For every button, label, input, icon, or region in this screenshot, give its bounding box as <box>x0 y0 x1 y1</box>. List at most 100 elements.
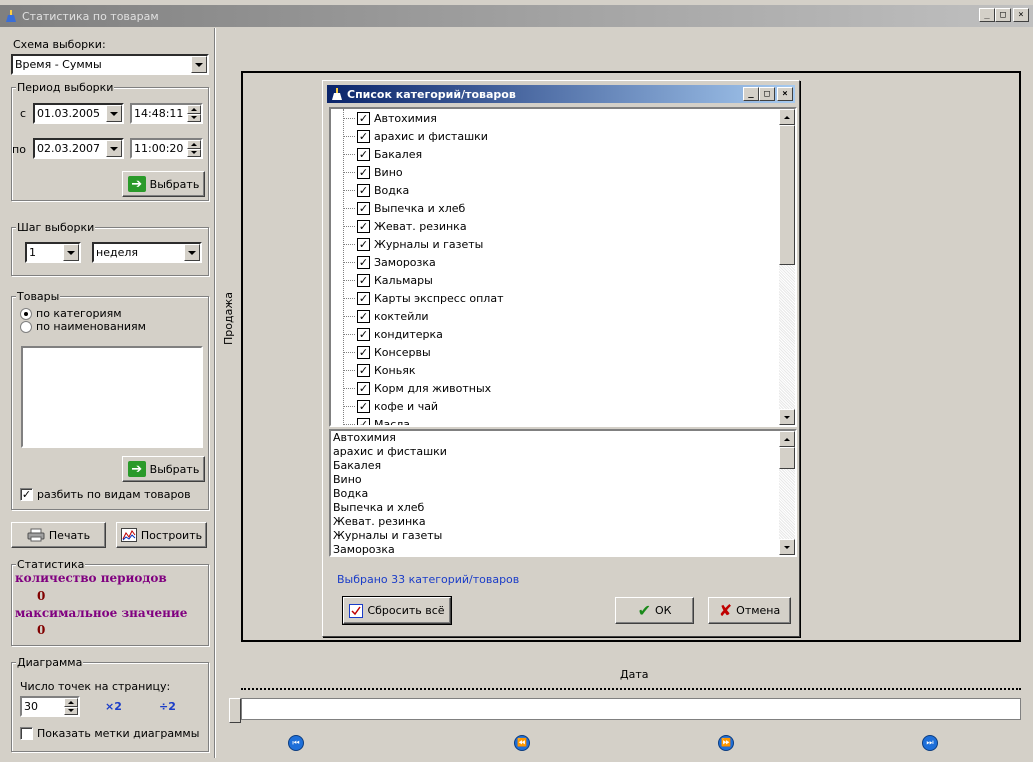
list-item[interactable]: Бакалея <box>331 459 795 473</box>
panel-divider[interactable] <box>214 28 216 758</box>
list-item[interactable]: Выпечка и хлеб <box>331 501 795 515</box>
reset-all-button[interactable]: Сбросить всё <box>342 596 452 625</box>
tree-item[interactable]: ✓ Карты экспресс оплат <box>331 289 795 307</box>
step-count-combo[interactable]: 1 <box>25 242 81 263</box>
spin-up-icon[interactable] <box>187 105 201 114</box>
tree-scroll-thumb[interactable] <box>779 125 795 265</box>
category-tree[interactable]: ✓ Автохимия ✓ арахис и фисташки ✓ Бакалея ✓ Вин… <box>329 107 797 427</box>
checkbox-checked-icon[interactable]: ✓ <box>357 327 370 341</box>
spin-up-icon[interactable] <box>187 140 201 149</box>
from-date-picker[interactable]: 01.03.2005 <box>33 103 124 124</box>
tree-item[interactable]: ✓ Масла <box>331 415 795 425</box>
list-item[interactable]: Автохимия <box>331 431 795 445</box>
list-item[interactable]: Вино <box>331 473 795 487</box>
last-page-icon[interactable]: ⏭ <box>922 735 938 751</box>
checkbox-checked-icon[interactable]: ✓ <box>357 129 370 143</box>
checkbox-checked-icon[interactable]: ✓ <box>357 309 370 323</box>
tree-item[interactable]: ✓ кондитерка <box>331 325 795 343</box>
scheme-combo[interactable]: Время - Суммы <box>11 54 209 75</box>
build-button[interactable]: Построить <box>116 522 207 548</box>
spin-up-icon[interactable] <box>64 698 78 707</box>
dialog-close-button[interactable]: × <box>777 87 793 101</box>
period-select-button[interactable]: ➔ Выбрать <box>122 171 205 197</box>
scroll-thumb[interactable] <box>229 698 241 723</box>
tree-item[interactable]: ✓ Кальмары <box>331 271 795 289</box>
checkbox-checked-icon[interactable]: ✓ <box>357 183 370 197</box>
list-scrollbar[interactable] <box>779 431 795 555</box>
print-button[interactable]: Печать <box>11 522 106 548</box>
first-page-icon[interactable]: ⏮ <box>288 735 304 751</box>
tree-item[interactable]: ✓ Вино <box>331 163 795 181</box>
points-spinner[interactable]: 30 <box>20 696 80 717</box>
list-item[interactable]: Жеват. резинка <box>331 515 795 529</box>
divide-button[interactable]: ÷2 <box>159 700 176 713</box>
scroll-up-icon[interactable] <box>779 431 795 447</box>
checkbox-checked-icon[interactable]: ✓ <box>357 417 370 425</box>
tree-item[interactable]: ✓ Выпечка и хлеб <box>331 199 795 217</box>
checkbox-checked-icon[interactable]: ✓ <box>357 111 370 125</box>
ok-button[interactable]: ✔ ОК <box>615 597 694 624</box>
list-scroll-thumb[interactable] <box>779 447 795 469</box>
tree-item[interactable]: ✓ Корм для животных <box>331 379 795 397</box>
maximize-button[interactable]: □ <box>995 8 1011 22</box>
tree-scrollbar[interactable] <box>779 109 795 425</box>
goods-select-button[interactable]: ➔ Выбрать <box>122 456 205 482</box>
list-item[interactable]: Заморозка <box>331 543 795 555</box>
minimize-button[interactable]: _ <box>979 8 995 22</box>
tree-item[interactable]: ✓ Бакалея <box>331 145 795 163</box>
radio-by-categories[interactable]: по категориям <box>20 307 122 320</box>
cancel-button[interactable]: ✘ Отмена <box>708 597 791 624</box>
tree-item[interactable]: ✓ коктейли <box>331 307 795 325</box>
checkbox-checked-icon[interactable]: ✓ <box>357 273 370 287</box>
checkbox-checked-icon[interactable]: ✓ <box>357 201 370 215</box>
spin-down-icon[interactable] <box>187 113 201 122</box>
list-item[interactable]: арахис и фисташки <box>331 445 795 459</box>
prev-page-icon[interactable]: ⏪ <box>514 735 530 751</box>
checkbox-checked-icon[interactable]: ✓ <box>357 237 370 251</box>
chevron-down-icon[interactable] <box>106 140 122 157</box>
split-checkbox[interactable]: ✓ разбить по видам товаров <box>20 488 191 501</box>
show-labels-checkbox[interactable]: Показать метки диаграммы <box>20 727 199 740</box>
chevron-down-icon[interactable] <box>184 244 200 261</box>
tree-item[interactable]: ✓ Журналы и газеты <box>331 235 795 253</box>
tree-item[interactable]: ✓ Жеват. резинка <box>331 217 795 235</box>
checkbox-checked-icon[interactable]: ✓ <box>357 345 370 359</box>
list-item[interactable]: Водка <box>331 487 795 501</box>
checkbox-checked-icon[interactable]: ✓ <box>357 363 370 377</box>
radio-by-names[interactable]: по наименованиям <box>20 320 146 333</box>
multiply-button[interactable]: ×2 <box>105 700 122 713</box>
chevron-down-icon[interactable] <box>63 244 79 261</box>
checkbox-checked-icon[interactable]: ✓ <box>357 291 370 305</box>
tree-item[interactable]: ✓ Коньяк <box>331 361 795 379</box>
next-page-icon[interactable]: ⏩ <box>718 735 734 751</box>
tree-item[interactable]: ✓ Водка <box>331 181 795 199</box>
selected-list[interactable]: Автохимия арахис и фисташки Бакалея Вино Вод… <box>329 429 797 557</box>
goods-listbox[interactable] <box>21 346 203 448</box>
scroll-up-icon[interactable] <box>779 109 795 125</box>
scroll-track[interactable] <box>241 698 1021 720</box>
scroll-down-icon[interactable] <box>779 409 795 425</box>
to-date-picker[interactable]: 02.03.2007 <box>33 138 124 159</box>
tree-item[interactable]: ✓ Заморозка <box>331 253 795 271</box>
checkbox-checked-icon[interactable]: ✓ <box>357 255 370 269</box>
to-time-spinner[interactable]: 11:00:20 <box>130 138 203 159</box>
step-unit-combo[interactable]: неделя <box>92 242 202 263</box>
checkbox-checked-icon[interactable]: ✓ <box>357 219 370 233</box>
checkbox-checked-icon[interactable]: ✓ <box>357 147 370 161</box>
close-button[interactable]: × <box>1013 8 1029 22</box>
from-time-spinner[interactable]: 14:48:11 <box>130 103 203 124</box>
chevron-down-icon[interactable] <box>106 105 122 122</box>
tree-item[interactable]: ✓ Автохимия <box>331 109 795 127</box>
chevron-down-icon[interactable] <box>191 56 207 73</box>
spin-down-icon[interactable] <box>187 148 201 157</box>
dialog-maximize-button[interactable]: □ <box>759 87 775 101</box>
checkbox-checked-icon[interactable]: ✓ <box>357 165 370 179</box>
dialog-minimize-button[interactable]: _ <box>743 87 759 101</box>
tree-item[interactable]: ✓ Консервы <box>331 343 795 361</box>
checkbox-checked-icon[interactable]: ✓ <box>357 399 370 413</box>
tree-item[interactable]: ✓ кофе и чай <box>331 397 795 415</box>
list-item[interactable]: Журналы и газеты <box>331 529 795 543</box>
tree-item[interactable]: ✓ арахис и фисташки <box>331 127 795 145</box>
scroll-down-icon[interactable] <box>779 539 795 555</box>
spin-down-icon[interactable] <box>64 706 78 715</box>
